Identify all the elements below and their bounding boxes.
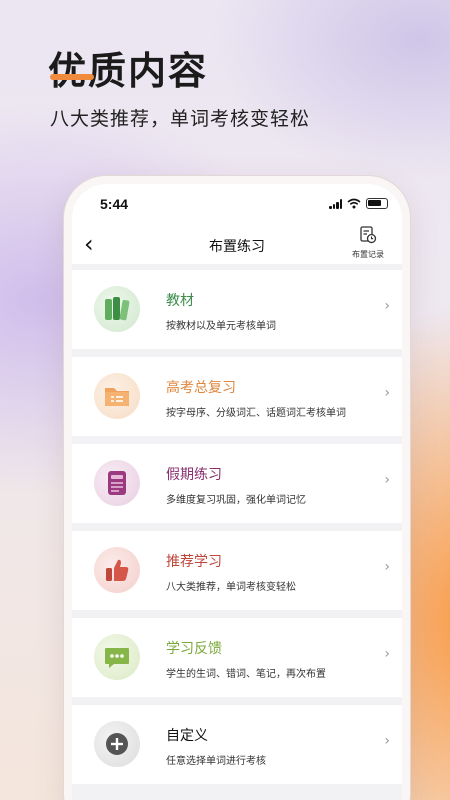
status-bar: 5:44 [72,184,402,224]
thumbs-up-icon [94,547,140,593]
battery-icon [366,198,388,209]
promo-subline: 八大类推荐，单词考核变轻松 [50,108,311,130]
books-icon [94,286,140,332]
chevron-right-icon: › [384,385,390,401]
status-time: 5:44 [100,196,129,212]
item-description: 按字母序、分级词汇、话题词汇考核单词 [166,408,346,419]
signal-icon [329,198,342,209]
list-item-recommended[interactable]: 推荐学习 八大类推荐，单词考核变轻松 › [72,531,402,610]
list-item-learning-feedback[interactable]: 学习反馈 学生的生词、错词、笔记，再次布置 › [72,618,402,697]
app-screen: 5:44 ‹ 布置练习 布置记录 教材 按教材以及单元考核单词 › 高考总复习 … [72,184,402,800]
chevron-right-icon: › [384,472,390,488]
list-item-custom[interactable]: 自定义 任意选择单词进行考核 › [72,705,402,784]
item-description: 多维度复习巩固，强化单词记忆 [166,495,306,506]
history-icon [360,226,377,244]
chevron-right-icon: › [384,733,390,749]
practice-type-list: 教材 按教材以及单元考核单词 › 高考总复习 按字母序、分级词汇、话题词汇考核单… [72,264,402,800]
headline-accent-bar [50,74,94,80]
list-item-holiday-practice[interactable]: 假期练习 多维度复习巩固，强化单词记忆 › [72,444,402,523]
list-item-textbook[interactable]: 教材 按教材以及单元考核单词 › [72,270,402,349]
document-icon [94,460,140,506]
phone-frame: 5:44 ‹ 布置练习 布置记录 教材 按教材以及单元考核单词 › 高考总复习 … [64,176,410,800]
item-title: 教材 [166,293,194,309]
status-icons [329,198,388,209]
nav-bar: ‹ 布置练习 布置记录 [72,224,402,264]
chevron-right-icon: › [384,298,390,314]
chevron-right-icon: › [384,559,390,575]
item-description: 按教材以及单元考核单词 [166,321,276,332]
wifi-icon [347,198,361,209]
item-title: 假期练习 [166,467,222,483]
history-label: 布置记录 [352,250,384,259]
list-item-gaokao-review[interactable]: 高考总复习 按字母序、分级词汇、话题词汇考核单词 › [72,357,402,436]
item-title: 自定义 [166,728,208,744]
item-title: 推荐学习 [166,554,222,570]
item-description: 学生的生词、错词、笔记，再次布置 [166,669,326,680]
item-description: 任意选择单词进行考核 [166,756,266,767]
folder-icon [94,373,140,419]
item-title: 学习反馈 [166,641,222,657]
history-button[interactable]: 布置记录 [352,226,384,260]
chat-bubble-icon [94,634,140,680]
plus-circle-icon [94,721,140,767]
promo-headline: 优质内容 [48,49,209,93]
chevron-right-icon: › [384,646,390,662]
item-description: 八大类推荐，单词考核变轻松 [166,582,296,593]
item-title: 高考总复习 [166,380,236,396]
